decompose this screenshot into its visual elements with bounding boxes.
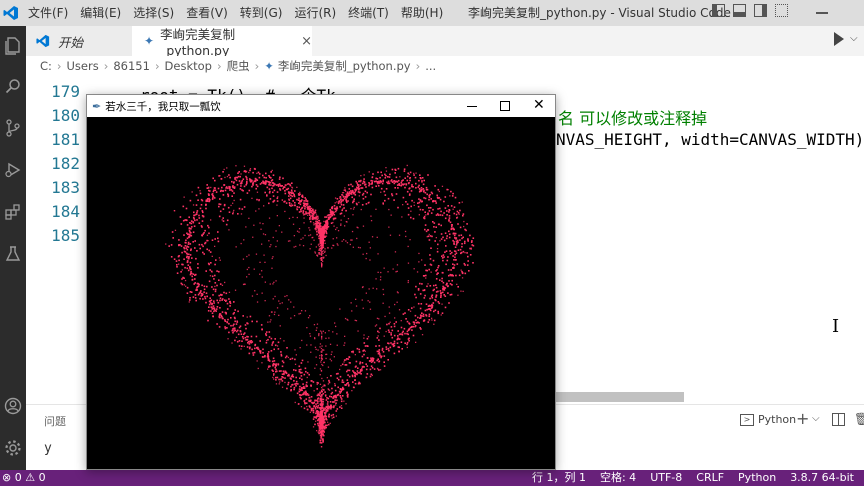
python-file-icon: ✦: [144, 34, 155, 48]
split-terminal-icon[interactable]: [832, 413, 845, 426]
extensions-icon[interactable]: [0, 198, 26, 226]
vscode-tab-icon: [36, 34, 50, 48]
run-options-chevron-icon[interactable]: ⌵: [850, 33, 858, 44]
search-icon[interactable]: [0, 72, 26, 100]
chevron-right-icon: ›: [254, 59, 260, 73]
tk-feather-icon: ✒: [92, 99, 102, 113]
status-bar: ⊗ 0 ⚠ 0 行 1，列 1 空格: 4 UTF-8 CRLF Python …: [0, 470, 864, 486]
menu-selection[interactable]: 选择(S): [127, 0, 180, 26]
layout-controls: [712, 4, 788, 17]
menu-help[interactable]: 帮助(H): [395, 0, 449, 26]
toggle-panel-icon[interactable]: [733, 4, 746, 17]
chevron-right-icon: ›: [56, 59, 62, 73]
activity-bar: [0, 26, 26, 470]
python-file-icon: ✦: [264, 59, 274, 73]
tk-window-title: 若水三千，我只取一瓢饮: [105, 100, 221, 113]
menu-bar: 文件(F) 编辑(E) 选择(S) 查看(V) 转到(G) 运行(R) 终端(T…: [22, 0, 449, 26]
close-tab-icon[interactable]: ×: [301, 34, 312, 49]
breadcrumb-user[interactable]: 86151: [113, 59, 150, 73]
cursor-position[interactable]: 行 1，列 1: [532, 470, 586, 486]
heart-animation: [165, 164, 475, 448]
horizontal-scrollbar[interactable]: [556, 392, 684, 402]
line-number: 184: [51, 202, 80, 221]
indentation-setting[interactable]: 空格: 4: [600, 470, 636, 486]
toggle-sidebar-icon[interactable]: [712, 4, 725, 17]
settings-gear-icon[interactable]: [0, 434, 26, 462]
source-control-icon[interactable]: [0, 114, 26, 142]
chevron-right-icon: ›: [103, 59, 109, 73]
errors-count: ⊗ 0: [2, 471, 22, 484]
menu-file[interactable]: 文件(F): [22, 0, 74, 26]
warnings-count: ⚠ 0: [25, 471, 46, 484]
tk-canvas: [87, 117, 555, 469]
terminal-dropdown-chevron-icon[interactable]: ⌵: [812, 413, 820, 424]
terminal-name[interactable]: Python: [758, 413, 796, 426]
tab-python-file-label: 李峋完美复制_python.py: [160, 27, 236, 58]
line-number: 182: [51, 154, 80, 173]
terminal-icon: >: [740, 414, 754, 426]
breadcrumb-more[interactable]: ...: [425, 59, 436, 73]
problems-status[interactable]: ⊗ 0 ⚠ 0: [0, 470, 46, 486]
run-python-file-icon[interactable]: [834, 32, 844, 46]
tab-welcome-label: 开始: [58, 34, 84, 50]
line-number: 183: [51, 178, 80, 197]
editor-tab-bar: 开始 ✦ 李峋完美复制_python.py × ⌵: [26, 26, 864, 58]
window-title: 李峋完美复制_python.py - Visual Studio Code: [468, 6, 731, 20]
breadcrumb-drive[interactable]: C:: [40, 59, 52, 73]
toggle-secondary-sidebar-icon[interactable]: [754, 4, 767, 17]
chevron-right-icon: ›: [415, 59, 421, 73]
python-interpreter[interactable]: 3.8.7 64-bit: [790, 470, 854, 486]
explorer-icon[interactable]: [0, 32, 26, 60]
tab-python-file[interactable]: ✦ 李峋完美复制_python.py ×: [132, 26, 312, 58]
line-number: 181: [51, 130, 80, 149]
menu-run[interactable]: 运行(R): [288, 0, 342, 26]
eol-setting[interactable]: CRLF: [696, 470, 724, 486]
testing-icon[interactable]: [0, 240, 26, 268]
run-debug-icon[interactable]: [0, 156, 26, 184]
tk-window[interactable]: ✒ 若水三千，我只取一瓢饮 ✕: [86, 94, 556, 470]
line-number: 185: [51, 226, 80, 245]
menu-terminal[interactable]: 终端(T): [342, 0, 395, 26]
menu-go[interactable]: 转到(G): [234, 0, 289, 26]
line-number: 179: [51, 82, 80, 101]
tk-close-icon[interactable]: ✕: [533, 97, 545, 113]
new-terminal-icon[interactable]: +: [796, 409, 809, 428]
encoding-setting[interactable]: UTF-8: [650, 470, 682, 486]
line-number: 180: [51, 106, 80, 125]
tk-title-bar[interactable]: ✒ 若水三千，我只取一瓢饮: [87, 95, 555, 117]
breadcrumb: C: › Users › 86151 › Desktop › 爬虫 › ✦ 李峋完美复制_…: [26, 56, 864, 76]
breadcrumb-desktop[interactable]: Desktop: [165, 59, 212, 73]
customize-layout-icon[interactable]: [775, 4, 788, 17]
text-cursor-icon: I: [832, 316, 840, 337]
vscode-logo-icon: [0, 0, 22, 26]
menu-edit[interactable]: 编辑(E): [74, 0, 127, 26]
trash-icon[interactable]: 🗑: [854, 412, 864, 426]
breadcrumb-folder[interactable]: 爬虫: [227, 58, 250, 74]
minimize-window-icon[interactable]: [816, 12, 828, 14]
code-line-180-comment: 名 可以修改或注释掉: [558, 109, 708, 128]
chevron-right-icon: ›: [216, 59, 222, 73]
menu-view[interactable]: 查看(V): [180, 0, 234, 26]
tab-problems[interactable]: 问题: [44, 413, 66, 429]
breadcrumb-users[interactable]: Users: [67, 59, 99, 73]
tab-welcome[interactable]: 开始: [26, 26, 132, 56]
tk-minimize-icon[interactable]: [467, 106, 477, 107]
tk-maximize-icon[interactable]: [500, 101, 510, 111]
chevron-right-icon: ›: [154, 59, 160, 73]
language-mode[interactable]: Python: [738, 470, 776, 486]
account-icon[interactable]: [0, 392, 26, 420]
breadcrumb-file[interactable]: 李峋完美复制_python.py: [278, 58, 411, 74]
title-bar: 文件(F) 编辑(E) 选择(S) 查看(V) 转到(G) 运行(R) 终端(T…: [0, 0, 864, 26]
terminal-output[interactable]: y: [44, 441, 52, 456]
code-line-181: NVAS_HEIGHT, width=CANVAS_WIDTH): [556, 130, 864, 149]
